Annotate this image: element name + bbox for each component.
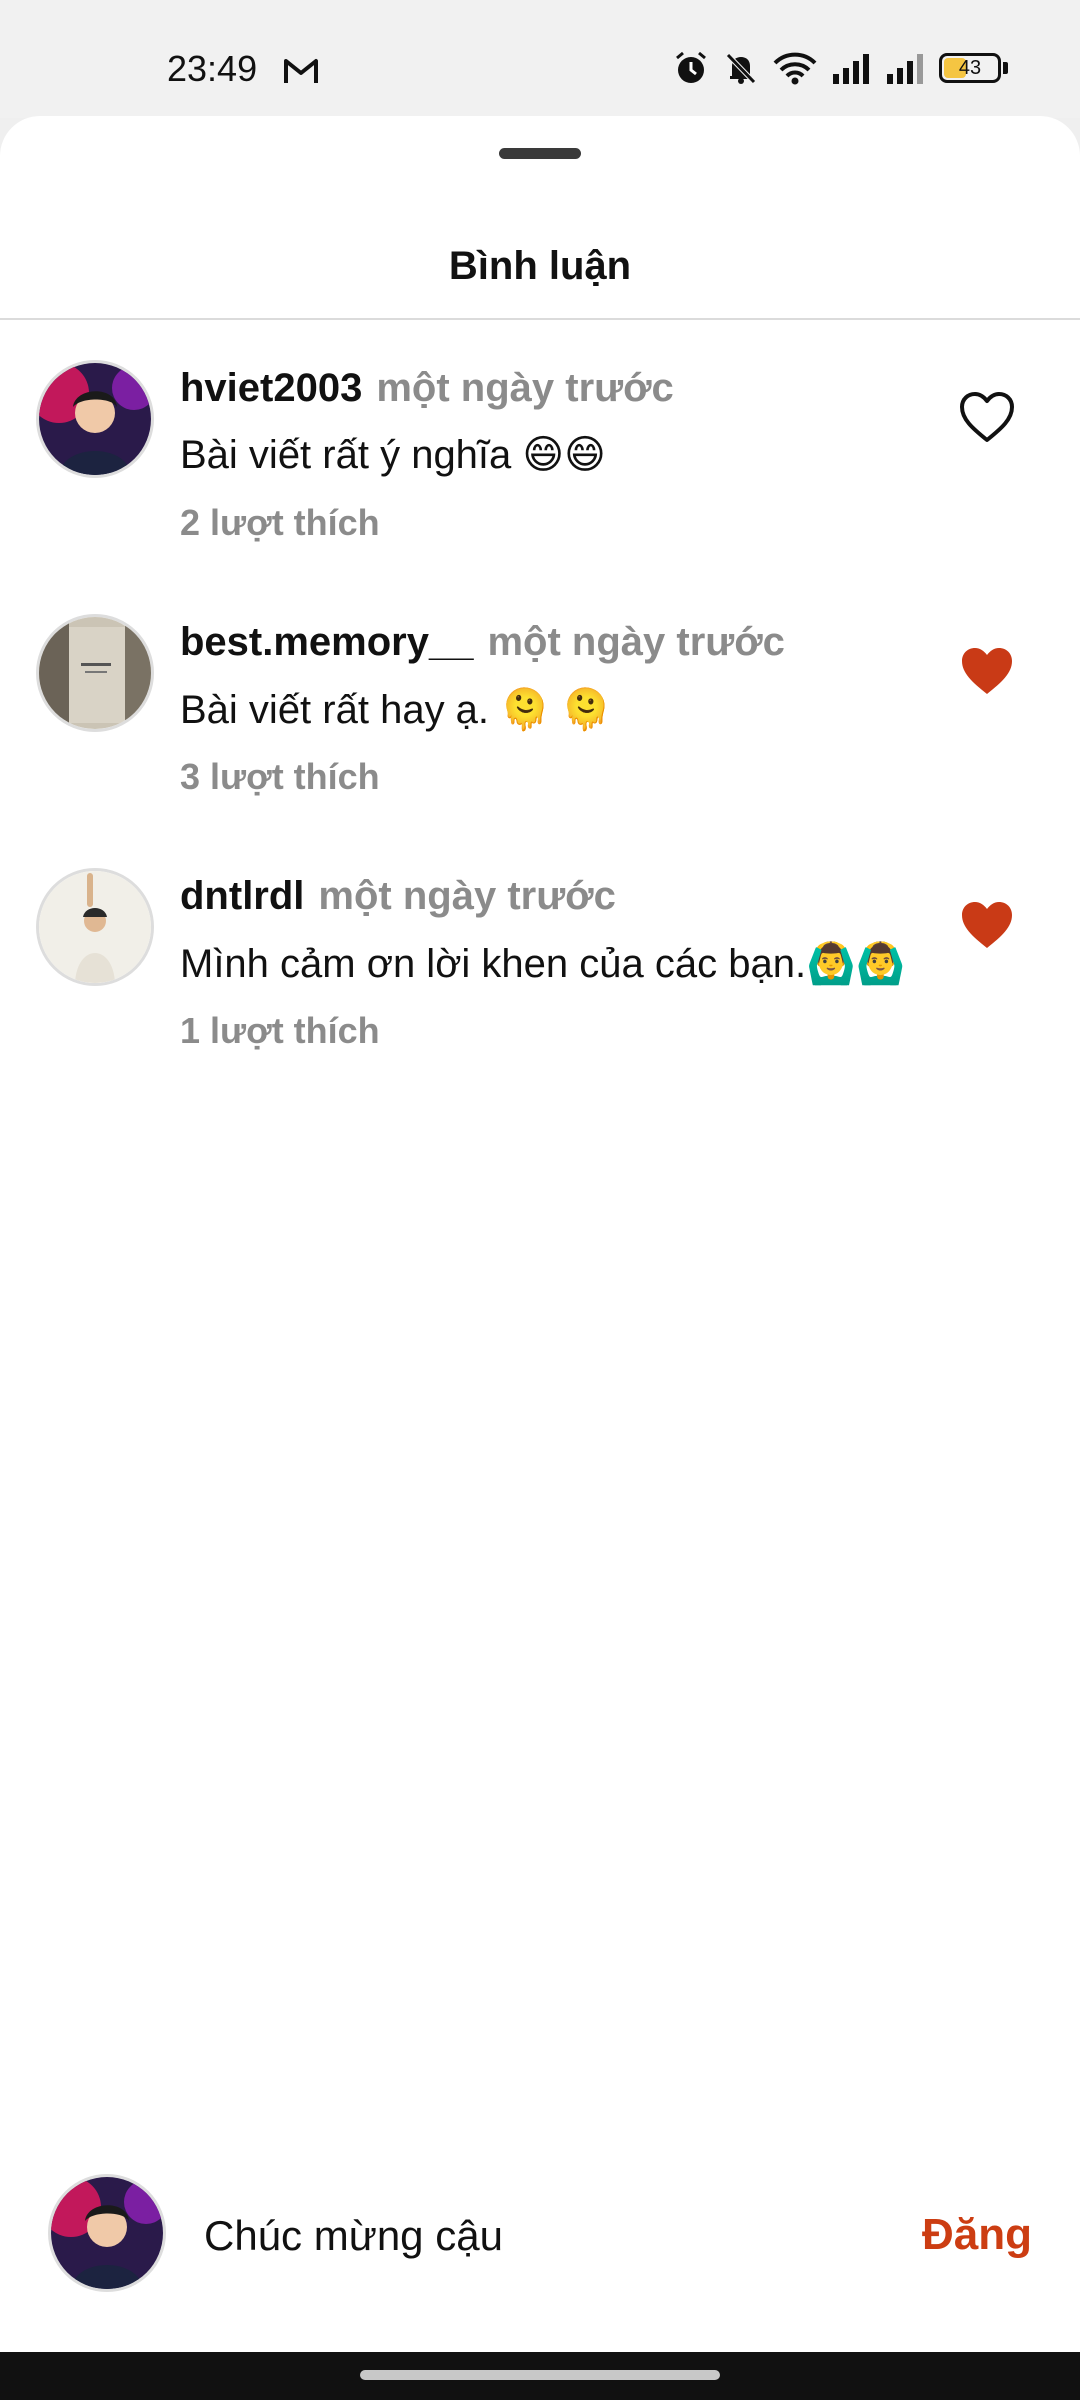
comment-text: Bài viết rất hay ạ. 🫠 🫠 xyxy=(180,688,611,732)
comment-likes[interactable]: 1 lượt thích xyxy=(180,1010,380,1052)
status-bar: 23:49 43 xyxy=(0,0,1080,118)
wifi-icon xyxy=(773,52,817,85)
signal-icon xyxy=(887,54,923,84)
comment-text: Bài viết rất ý nghĩa 😄😄 xyxy=(180,433,606,477)
alarm-icon xyxy=(676,51,706,83)
signal-icon xyxy=(833,54,869,84)
comment-item: dntlrdl một ngày trước Mình cảm ơn lời kh… xyxy=(0,846,1080,1076)
bell-muted-icon xyxy=(726,53,756,84)
comment-input[interactable] xyxy=(204,2212,844,2260)
comments-sheet: Bình luận hviet2003 một ngày trước Bài vi… xyxy=(0,116,1080,2352)
avatar[interactable] xyxy=(36,868,154,986)
comment-text: Mình cảm ơn lời khen của các bạn.🙆‍♂️🙆‍♂… xyxy=(180,942,906,986)
comment-time: một ngày trước xyxy=(318,874,616,918)
heart-filled-icon[interactable] xyxy=(958,898,1016,952)
divider xyxy=(0,318,1080,320)
comment-username[interactable]: best.memory__ xyxy=(180,620,473,664)
comment-item: hviet2003 một ngày trước Bài viết rất ý n… xyxy=(0,338,1080,568)
home-gesture-bar[interactable] xyxy=(360,2370,720,2380)
sheet-title: Bình luận xyxy=(448,244,632,288)
navigation-bar xyxy=(0,2352,1080,2400)
drag-handle[interactable] xyxy=(499,148,581,159)
comment-username[interactable]: hviet2003 xyxy=(180,366,362,410)
comment-time: một ngày trước xyxy=(376,366,674,410)
comment-username[interactable]: dntlrdl xyxy=(180,874,304,918)
avatar[interactable] xyxy=(36,360,154,478)
battery-tip xyxy=(1003,62,1008,74)
current-user-avatar[interactable] xyxy=(48,2174,166,2292)
comment-likes[interactable]: 2 lượt thích xyxy=(180,502,380,544)
battery-icon: 43 xyxy=(939,53,1001,83)
post-button[interactable]: Đăng xyxy=(922,2210,1032,2260)
avatar[interactable] xyxy=(36,614,154,732)
battery-level: 43 xyxy=(958,56,982,79)
gmail-icon xyxy=(284,59,318,83)
comment-time: một ngày trước xyxy=(487,620,785,664)
heart-filled-icon[interactable] xyxy=(958,644,1016,698)
comment-likes[interactable]: 3 lượt thích xyxy=(180,756,380,798)
comment-composer: Đăng xyxy=(0,2160,1080,2310)
clock: 23:49 xyxy=(167,48,258,89)
comment-item: best.memory__ một ngày trước Bài viết rất… xyxy=(0,592,1080,822)
heart-outline-icon[interactable] xyxy=(958,390,1016,444)
